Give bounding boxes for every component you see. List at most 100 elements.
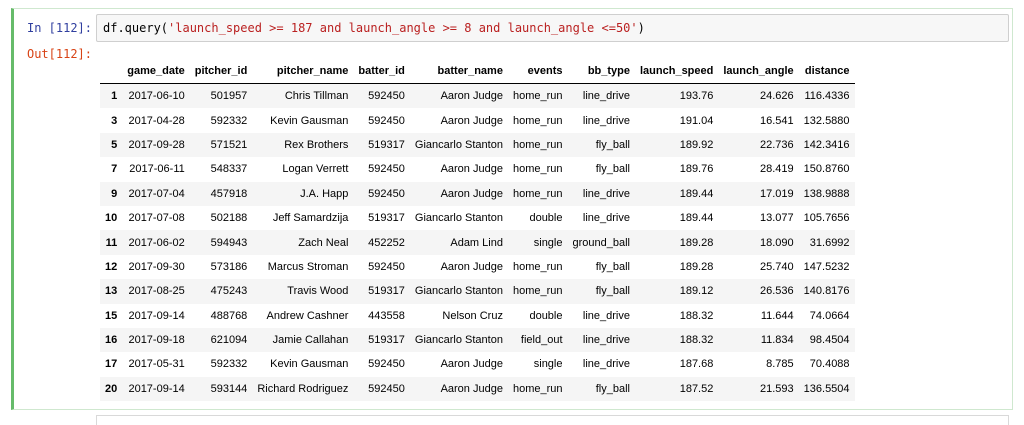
table-cell: line_drive — [582, 90, 630, 103]
table-cell: 457918 — [210, 187, 248, 200]
table-cell: 2017-06-11 — [129, 163, 185, 176]
row-index: 17 — [105, 358, 118, 371]
table-cell: 621094 — [210, 334, 248, 347]
table-cell: Aaron Judge — [440, 358, 503, 371]
table-cell: 592450 — [368, 260, 405, 273]
table-cell: 519317 — [368, 334, 405, 347]
table-cell: home_run — [512, 382, 563, 395]
table-row: 17 2017-05-31 592332 Kevin Gausman 592450 Aar… — [100, 352, 855, 376]
table-cell: 18.090 — [760, 236, 794, 249]
column-header: launch_angle — [718, 59, 799, 84]
table-cell: Aaron Judge — [440, 187, 503, 200]
table-cell: 592450 — [368, 163, 405, 176]
table-row: 11 2017-06-02 594943 Zach Neal 452252 Adam Li… — [100, 230, 855, 255]
row-index: 7 — [111, 163, 118, 176]
table-cell: 548337 — [210, 163, 248, 176]
code-query-string: 'launch_speed >= 187 and launch_angle >=… — [168, 21, 638, 35]
row-index: 12 — [105, 260, 118, 273]
table-cell: 188.32 — [679, 334, 714, 347]
table-cell: line_drive — [582, 358, 630, 371]
table-cell: 519317 — [368, 285, 405, 298]
table-cell: Aaron Judge — [440, 90, 503, 103]
table-cell: 147.5232 — [803, 260, 850, 273]
table-cell: 138.9888 — [803, 187, 850, 200]
table-cell: Giancarlo Stanton — [414, 138, 503, 151]
table-cell: 187.52 — [679, 382, 714, 395]
table-cell: 11.834 — [760, 334, 794, 347]
table-cell: fly_ball — [595, 285, 630, 298]
table-cell: home_run — [512, 114, 563, 127]
column-header: batter_name — [409, 59, 508, 84]
table-cell: Aaron Judge — [440, 114, 503, 127]
table-cell: 132.5880 — [803, 114, 850, 127]
table-cell: 189.28 — [679, 236, 714, 249]
table-cell: 2017-05-31 — [128, 358, 185, 371]
column-header: launch_speed — [635, 59, 719, 84]
table-row: 1 2017-06-10 501957 Chris Tillman 592450 Aaro… — [100, 83, 855, 109]
column-header — [100, 59, 123, 84]
table-cell: 189.76 — [679, 163, 714, 176]
table-cell: line_drive — [582, 114, 630, 127]
table-cell: 519317 — [368, 138, 405, 151]
table-cell: 592450 — [368, 114, 405, 127]
table-cell: 70.4088 — [809, 358, 850, 371]
table-cell: Logan Verrett — [282, 163, 349, 176]
code-close-paren: ) — [637, 21, 645, 35]
table-cell: home_run — [512, 187, 563, 200]
table-cell: 501957 — [210, 90, 248, 103]
table-cell: fly_ball — [595, 382, 630, 395]
table-cell: double — [529, 212, 563, 225]
table-cell: Marcus Stroman — [267, 260, 349, 273]
row-index: 10 — [105, 212, 118, 225]
table-cell: 592332 — [210, 114, 248, 127]
table-cell: fly_ball — [595, 163, 630, 176]
table-cell: 452252 — [368, 236, 405, 249]
table-cell: 188.32 — [679, 309, 714, 322]
table-cell: Giancarlo Stanton — [414, 285, 503, 298]
table-cell: 573186 — [210, 260, 248, 273]
column-header: game_date — [122, 59, 190, 84]
table-cell: 142.3416 — [803, 138, 850, 151]
table-row: 13 2017-08-25 475243 Travis Wood 519317 Gianc… — [100, 279, 855, 304]
table-cell: 189.92 — [679, 138, 714, 151]
table-cell: 2017-09-14 — [128, 309, 185, 322]
column-header: bb_type — [567, 59, 635, 84]
column-header: pitcher_id — [189, 59, 253, 84]
table-cell: ground_ball — [572, 236, 631, 249]
row-index: 9 — [111, 187, 118, 200]
table-row: 20 2017-09-14 593144 Richard Rodriguez 59245… — [100, 376, 855, 402]
table-cell: 593144 — [210, 382, 248, 395]
table-cell: 2017-06-02 — [128, 236, 185, 249]
table-cell: line_drive — [582, 187, 630, 200]
table-cell: 98.4504 — [809, 334, 850, 347]
table-cell: 16.541 — [760, 114, 794, 127]
table-cell: line_drive — [582, 334, 630, 347]
table-cell: Jamie Callahan — [272, 334, 349, 347]
table-cell: 105.7656 — [803, 212, 850, 225]
table-cell: 592450 — [368, 187, 405, 200]
table-cell: 2017-09-18 — [128, 334, 185, 347]
row-index: 15 — [105, 309, 118, 322]
table-cell: 2017-07-08 — [128, 212, 185, 225]
table-cell: Kevin Gausman — [270, 114, 349, 127]
table-cell: single — [533, 236, 563, 249]
table-cell: 8.785 — [766, 358, 794, 371]
column-header: pitcher_name — [252, 59, 354, 84]
table-cell: home_run — [512, 285, 563, 298]
table-cell: Aaron Judge — [440, 382, 503, 395]
next-cell[interactable] — [96, 415, 1009, 425]
table-cell: home_run — [512, 260, 563, 273]
table-cell: 22.736 — [760, 138, 794, 151]
table-cell: home_run — [512, 163, 563, 176]
code-input[interactable]: df.query('launch_speed >= 187 and launch… — [96, 14, 1009, 42]
table-cell: 519317 — [368, 212, 405, 225]
output-prompt: Out[112]: — [26, 47, 92, 61]
table-row: 7 2017-06-11 548337 Logan Verrett 592450 Aaro… — [100, 157, 855, 181]
table-row: 12 2017-09-30 573186 Marcus Stroman 592450 Aa… — [100, 255, 855, 279]
table-cell: 25.740 — [760, 260, 794, 273]
table-cell: 2017-09-14 — [128, 382, 185, 395]
table-cell: 488768 — [210, 309, 248, 322]
table-cell: 2017-04-28 — [128, 114, 185, 127]
table-cell: 592450 — [368, 358, 405, 371]
table-cell: 2017-09-28 — [128, 138, 185, 151]
